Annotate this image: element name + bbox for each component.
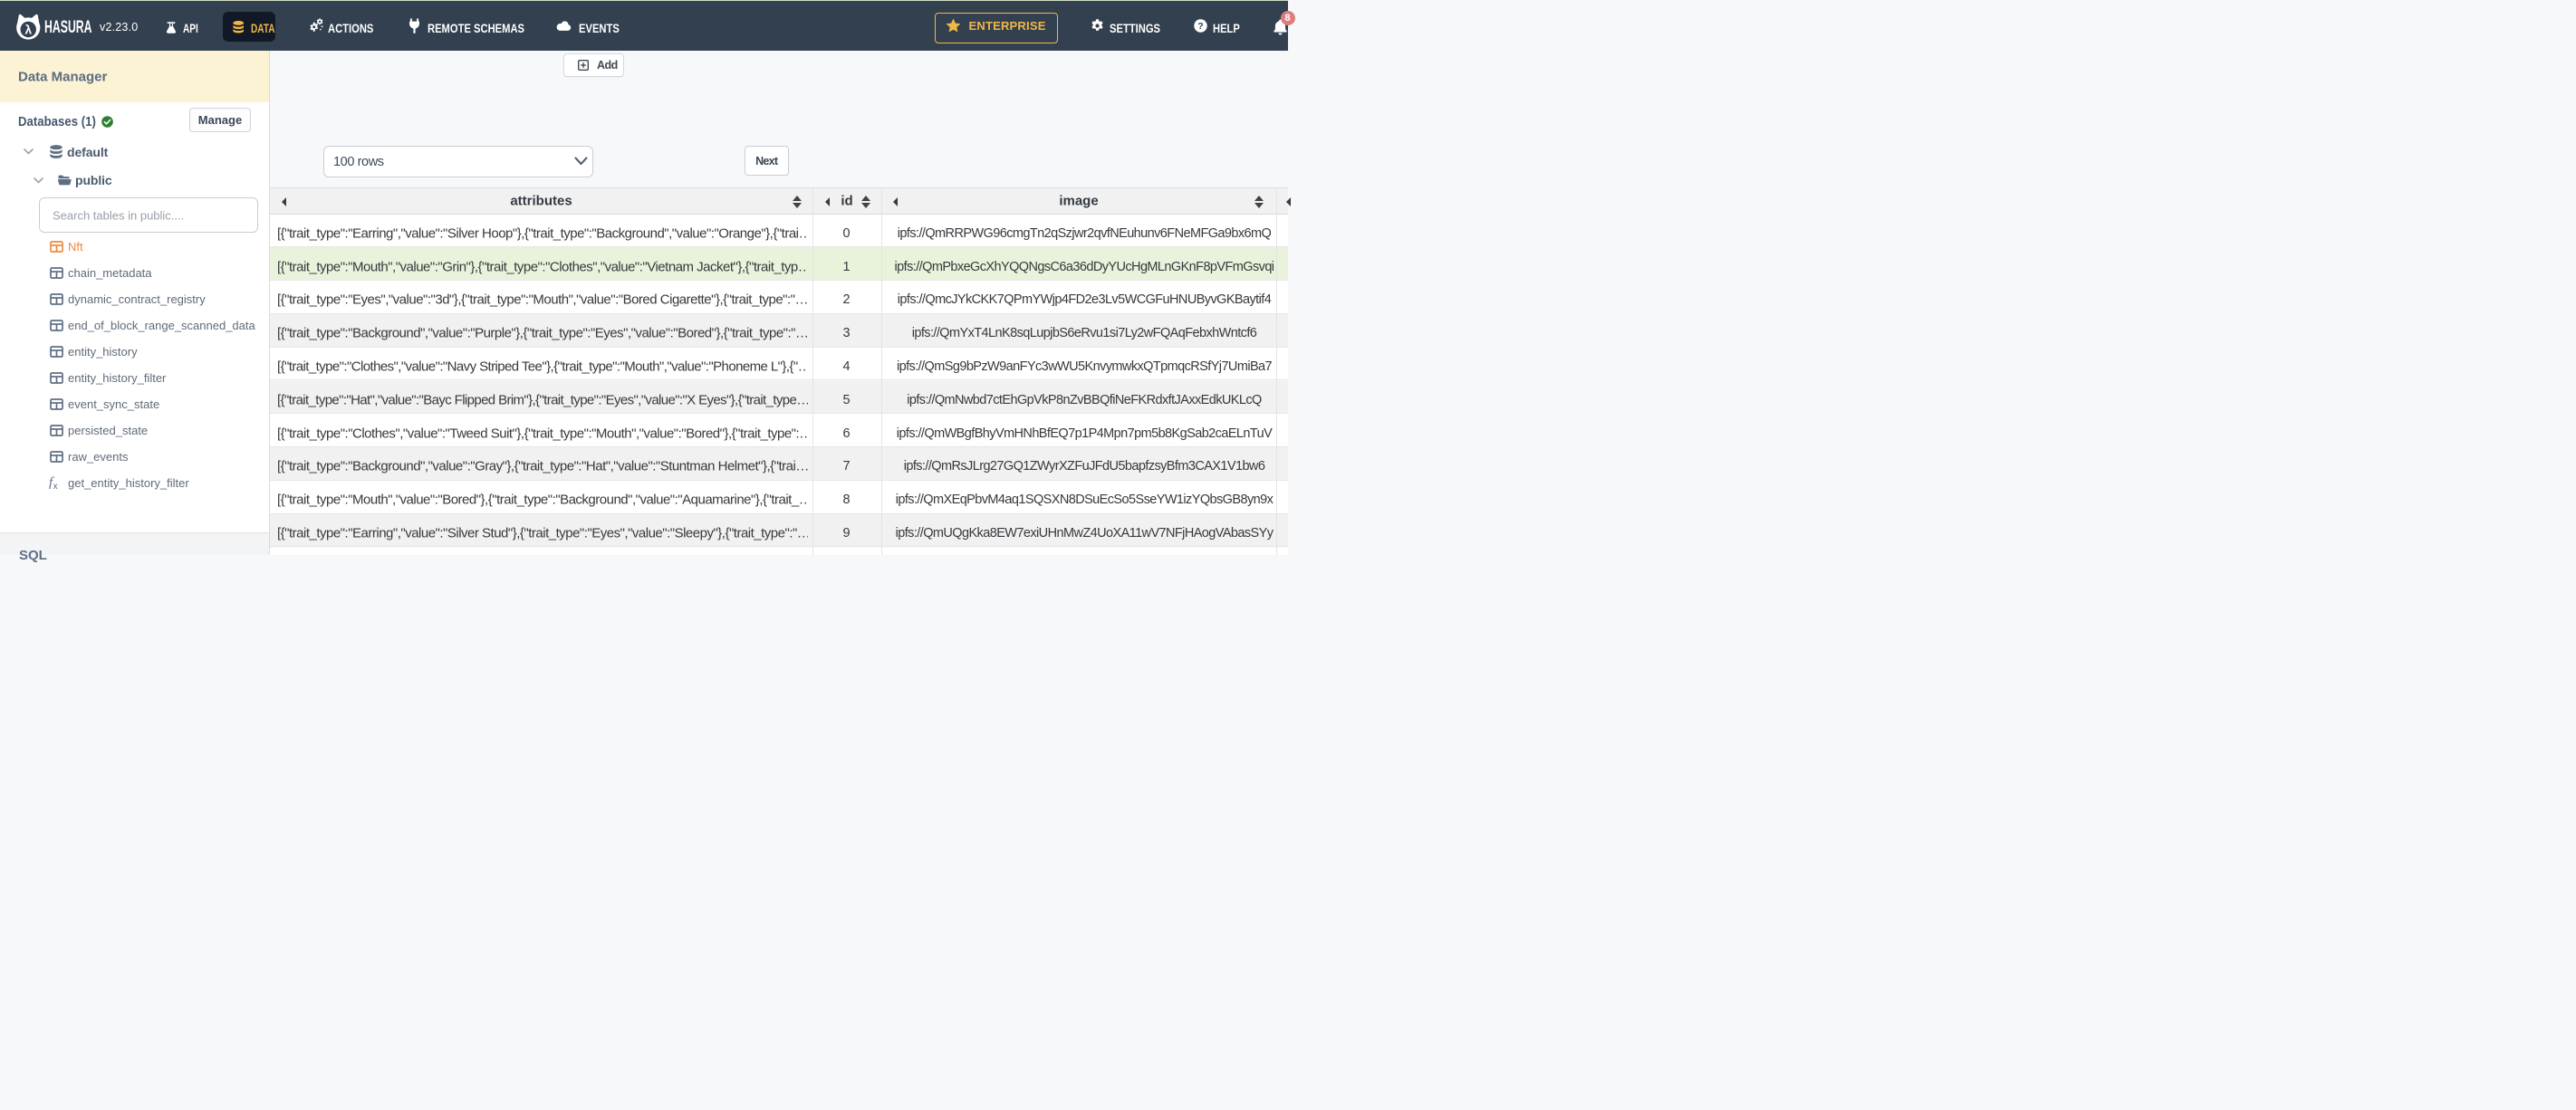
- svg-text:λ: λ: [24, 23, 32, 36]
- svg-text:?: ?: [1197, 21, 1203, 32]
